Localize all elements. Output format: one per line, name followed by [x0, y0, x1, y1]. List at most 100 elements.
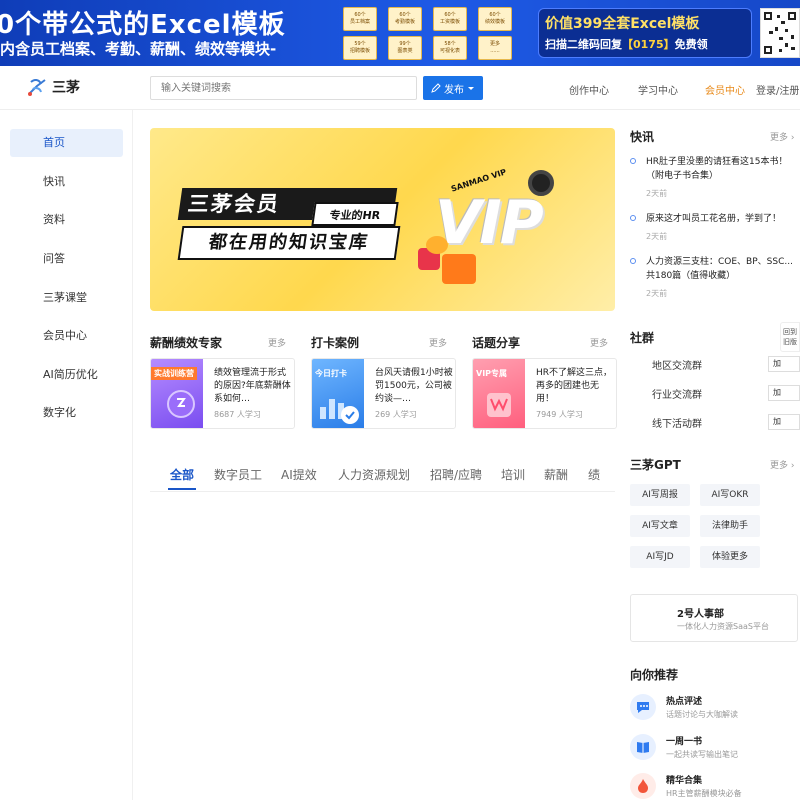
banner-tile: 58个 可视化表 [433, 36, 467, 60]
old-version-float[interactable]: 回到旧版 [780, 322, 800, 352]
pencil-icon [431, 83, 441, 93]
tab-digital-employee[interactable]: 数字员工 [214, 466, 262, 483]
saas-title: 2号人事部 [677, 609, 724, 620]
news-item-title[interactable]: HR肚子里没墨的请狂看这15本书！（附电子书合集） [646, 155, 796, 183]
banner-tile: 60个 工资模板 [433, 7, 467, 31]
recommend-title: 向你推荐 [630, 668, 679, 682]
nav-login-register[interactable]: 登录/注册 [756, 82, 799, 97]
banner-tile: 更多...... [478, 36, 512, 60]
banner-promo-box: 价值399全套Excel模板 扫描二维码回复【0175】免费领 [538, 8, 752, 58]
tab-ai-efficiency[interactable]: AI提效 [281, 466, 317, 483]
gpt-more-button[interactable]: 体验更多 [700, 546, 760, 568]
nav-member-center[interactable]: 会员中心 [705, 82, 745, 97]
join-group-button[interactable]: 加 [768, 385, 800, 401]
logo-icon [26, 76, 48, 98]
banner-subline: 内含员工档案、考勤、薪酬、绩效等模块- [0, 40, 277, 58]
banner-tile: 60个 员工档案 [343, 7, 377, 31]
site-logo[interactable]: 三茅 [26, 76, 80, 98]
tab-recruiting[interactable]: 招聘/应聘 [430, 466, 482, 483]
section-title-cases: 打卡案例 [311, 336, 360, 350]
tab-salary[interactable]: 薪酬 [544, 466, 568, 483]
news-item-time: 2天前 [646, 232, 668, 241]
card-title: 台风天请假1小时被罚1500元，公司被约谈—… [375, 368, 453, 404]
news-item-time: 2天前 [646, 289, 668, 298]
active-tab-indicator [168, 488, 196, 490]
card-thumbnail: 今日打卡 [312, 359, 364, 428]
card-title: HR不了解这三点，再多的团建也无用！ [536, 368, 613, 404]
news-item-title[interactable]: 原来这才叫员工花名册，学到了！ [646, 212, 796, 226]
news-title: 快讯 [630, 130, 655, 144]
publish-button[interactable]: 发布 [423, 76, 483, 100]
section-title-salary: 薪酬绩效专家 [150, 336, 223, 350]
news-item-time: 2天前 [646, 189, 668, 198]
tab-performance[interactable]: 绩 [588, 466, 600, 483]
hero-vip-banner[interactable]: 三茅会员 专业的HR 都在用的知识宝库 SANMAO VIP VIP [150, 128, 615, 311]
tab-all[interactable]: 全部 [170, 466, 194, 483]
join-group-button[interactable]: 加 [768, 414, 800, 430]
rec-item-title[interactable]: 精华合集 [666, 773, 702, 786]
section-more-cases[interactable]: 更多 [429, 336, 447, 349]
sidebar-item-qa[interactable]: 问答 [10, 245, 123, 273]
group-offline: 线下活动群 [652, 419, 702, 430]
news-more-link[interactable]: 更多 › [770, 130, 794, 143]
section-more-salary[interactable]: 更多 [268, 336, 286, 349]
banner-promo-title: 价值399全套Excel模板 [545, 16, 700, 32]
banner-tile: 60个 绩效模板 [478, 7, 512, 31]
sidebar-item-classroom[interactable]: 三茅课堂 [10, 284, 123, 312]
qr-code-icon [760, 8, 800, 58]
community-title: 社群 [630, 331, 655, 345]
banner-headline: 0个带公式的Excel模板 [0, 10, 286, 40]
gpt-okr-button[interactable]: AI写OKR [700, 484, 760, 506]
nav-creator-center[interactable]: 创作中心 [569, 82, 609, 97]
hero-tag: 专业的HR [311, 202, 399, 226]
join-group-button[interactable]: 加 [768, 356, 800, 372]
group-regional: 地区交流群 [652, 361, 702, 372]
gpt-more-link[interactable]: 更多 › [770, 458, 794, 471]
gift-box-icon [442, 254, 476, 284]
hero-vip-text: VIP [435, 188, 544, 258]
gpt-jd-button[interactable]: AI写JD [630, 546, 690, 568]
gpt-title: 三茅GPT [630, 458, 681, 472]
nav-learning-center[interactable]: 学习中心 [638, 82, 678, 97]
book-icon [630, 734, 656, 760]
search-input[interactable] [150, 76, 417, 100]
hero-subtitle: 都在用的知识宝库 [177, 226, 401, 260]
tab-training[interactable]: 培训 [501, 466, 525, 483]
gpt-weekly-report-button[interactable]: AI写周报 [630, 484, 690, 506]
saas-ad-card[interactable]: 2号人事部 一体化人力资源SaaS平台 [630, 594, 798, 642]
chat-bubble-icon [630, 694, 656, 720]
card-learner-count: 8687 人学习 [214, 410, 261, 419]
gpt-article-button[interactable]: AI写文章 [630, 515, 690, 537]
sidebar-item-digital[interactable]: 数字化 [10, 399, 123, 427]
card-title: 绩效管理流于形式的原因?年底薪酬体系如何… [214, 368, 291, 404]
timeline-dot-icon [630, 215, 636, 221]
rec-item-title[interactable]: 一周一书 [666, 734, 702, 747]
sidebar-item-ai-resume[interactable]: AI简历优化 [10, 361, 123, 389]
rec-item-title[interactable]: 热点评述 [666, 694, 702, 707]
sidebar-item-resources[interactable]: 资料 [10, 206, 123, 234]
sidebar-item-home[interactable]: 首页 [10, 129, 123, 157]
saas-subtitle: 一体化人力资源SaaS平台 [677, 622, 769, 631]
sidebar-item-member[interactable]: 会员中心 [10, 322, 123, 350]
rec-item-sub: HR主管薪酬模块必备 [666, 789, 742, 798]
section-more-topics[interactable]: 更多 [590, 336, 608, 349]
content-card[interactable]: 实战训练营 绩效管理流于形式的原因?年底薪酬体系如何… 8687 人学习 [150, 358, 295, 429]
top-ad-banner[interactable]: 0个带公式的Excel模板 内含员工档案、考勤、薪酬、绩效等模块- 60个 员工档… [0, 0, 800, 66]
timeline-dot-icon [630, 158, 636, 164]
site-header: 三茅 发布 [0, 66, 800, 110]
content-card[interactable]: 今日打卡 台风天请假1小时被罚1500元，公司被约谈—… 269 人学习 [311, 358, 456, 429]
banner-promo-sub: 扫描二维码回复【0175】免费领 [545, 38, 708, 51]
timeline-dot-icon [630, 258, 636, 264]
card-thumbnail: 实战训练营 [151, 359, 203, 428]
category-tabs: 全部 数字员工 AI提效 人力资源规划 招聘/应聘 培训 薪酬 绩 [150, 462, 615, 492]
gpt-legal-button[interactable]: 法律助手 [700, 515, 760, 537]
tab-hr-planning[interactable]: 人力资源规划 [338, 466, 410, 483]
flame-icon [630, 773, 656, 799]
logo-text: 三茅 [52, 80, 80, 96]
card-thumbnail: VIP专属 [473, 359, 525, 428]
group-industry: 行业交流群 [652, 390, 702, 401]
section-title-topics: 话题分享 [472, 336, 521, 350]
content-card[interactable]: VIP专属 HR不了解这三点，再多的团建也无用！ 7949 人学习 [472, 358, 617, 429]
news-item-title[interactable]: 人力资源三支柱：COE、BP、SSC...共180篇（值得收藏） [646, 255, 796, 283]
sidebar-item-news[interactable]: 快讯 [10, 168, 123, 196]
